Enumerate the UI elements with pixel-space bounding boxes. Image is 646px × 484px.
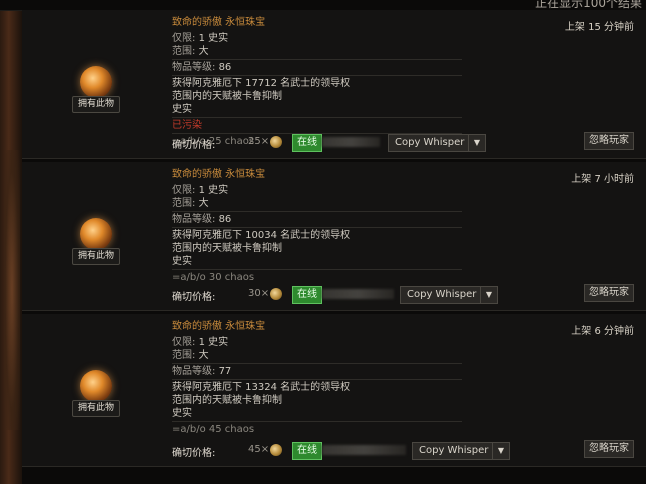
listed-time: 上架 6 分钟前 — [571, 326, 634, 337]
divider — [172, 59, 462, 60]
limit-label: 仅限: — [172, 33, 196, 44]
range-label: 范围: — [172, 46, 196, 57]
chaos-orb-icon — [270, 444, 282, 456]
listed-time: 上架 15 分钟前 — [564, 22, 634, 33]
copy-whisper-button[interactable]: Copy Whisper — [400, 286, 484, 304]
rarity-text: 史实 — [172, 256, 192, 267]
timeless-jewel-icon — [80, 218, 112, 250]
price-amount: 45× — [248, 444, 270, 455]
divider — [172, 75, 462, 76]
listing-card: 拥有此物 致命的骄傲 永恒珠宝 仅限: 1 史实 范围: 大 物品等级: 86 … — [22, 10, 646, 159]
online-badge: 在线 — [292, 134, 322, 152]
price-note: =a/b/o 45 chaos — [172, 424, 255, 435]
owned-button[interactable]: 拥有此物 — [72, 400, 120, 417]
timeless-jewel-icon — [80, 66, 112, 98]
corrupted-status: 已污染 — [172, 120, 202, 131]
range-label: 范围: — [172, 350, 196, 361]
range-row: 范围: 大 — [172, 197, 462, 210]
item-info: 致命的骄傲 永恒珠宝 仅限: 1 史实 范围: 大 物品等级: 86 获得阿克雅… — [172, 16, 462, 148]
item-level-value: 77 — [218, 366, 232, 377]
online-badge: 在线 — [292, 286, 322, 304]
limit-label: 仅限: — [172, 185, 196, 196]
divider — [172, 363, 462, 364]
ignore-player-button[interactable]: 忽略玩家 — [584, 284, 634, 302]
item-level-label: 物品等级: — [172, 366, 216, 377]
limit-row: 仅限: 1 史实 — [172, 336, 462, 349]
price-label: 确切价格: — [172, 140, 216, 151]
price-amount: 25× — [248, 136, 270, 147]
price-label: 确切价格: — [172, 292, 216, 303]
item-info: 致命的骄傲 永恒珠宝 仅限: 1 史实 范围: 大 物品等级: 86 获得阿克雅… — [172, 168, 462, 284]
limit-value: 1 史实 — [198, 337, 229, 348]
item-level-label: 物品等级: — [172, 214, 216, 225]
range-row: 范围: 大 — [172, 349, 462, 362]
limit-row: 仅限: 1 史实 — [172, 184, 462, 197]
divider — [172, 117, 462, 118]
chaos-orb-icon — [270, 288, 282, 300]
level-row: 物品等级: 86 — [172, 213, 462, 226]
divider — [172, 227, 462, 228]
divider — [172, 211, 462, 212]
mod-line-1: 获得阿克雅厄下 17712 名武士的领导权 — [172, 78, 351, 89]
copy-whisper-button[interactable]: Copy Whisper — [388, 134, 472, 152]
seller-name-redacted — [322, 137, 380, 147]
mod-line-1: 获得阿克雅厄下 10034 名武士的领导权 — [172, 230, 351, 241]
limit-label: 仅限: — [172, 337, 196, 348]
mod-line-2: 范围内的天赋被卡鲁抑制 — [172, 395, 282, 406]
item-name[interactable]: 致命的骄傲 永恒珠宝 — [172, 320, 462, 334]
range-value: 大 — [198, 350, 209, 361]
timeless-jewel-icon — [80, 370, 112, 402]
range-value: 大 — [198, 198, 209, 209]
listed-time: 上架 7 小时前 — [571, 174, 634, 185]
price-bar: 确切价格: 25× 在线 Copy Whisper ▼ — [172, 134, 632, 152]
price-amount: 30× — [248, 288, 270, 299]
price-bar: 确切价格: 30× 在线 Copy Whisper ▼ — [172, 286, 632, 304]
item-info: 致命的骄傲 永恒珠宝 仅限: 1 史实 范围: 大 物品等级: 77 获得阿克雅… — [172, 320, 462, 436]
range-label: 范围: — [172, 198, 196, 209]
limit-value: 1 史实 — [198, 185, 229, 196]
item-level-value: 86 — [218, 214, 232, 225]
copy-whisper-button[interactable]: Copy Whisper — [412, 442, 496, 460]
range-value: 大 — [198, 46, 209, 57]
mod-line-1: 获得阿克雅厄下 13324 名武士的领导权 — [172, 382, 351, 393]
caret-down-icon[interactable]: ▼ — [480, 286, 498, 304]
ignore-player-button[interactable]: 忽略玩家 — [584, 132, 634, 150]
divider — [172, 421, 462, 422]
item-name[interactable]: 致命的骄傲 永恒珠宝 — [172, 168, 462, 182]
item-name[interactable]: 致命的骄傲 永恒珠宝 — [172, 16, 462, 30]
price-bar: 确切价格: 45× 在线 Copy Whisper ▼ — [172, 442, 632, 460]
level-row: 物品等级: 77 — [172, 365, 462, 378]
seller-name-redacted — [322, 289, 394, 299]
online-badge: 在线 — [292, 442, 322, 460]
rarity-text: 史实 — [172, 104, 192, 115]
limit-value: 1 史实 — [198, 33, 229, 44]
chaos-orb-icon — [270, 136, 282, 148]
ignore-player-button[interactable]: 忽略玩家 — [584, 440, 634, 458]
owned-button[interactable]: 拥有此物 — [72, 96, 120, 113]
divider — [172, 379, 462, 380]
price-note: =a/b/o 30 chaos — [172, 272, 255, 283]
listing-card: 拥有此物 致命的骄傲 永恒珠宝 仅限: 1 史实 范围: 大 物品等级: 77 … — [22, 314, 646, 467]
level-row: 物品等级: 86 — [172, 61, 462, 74]
mod-line-2: 范围内的天赋被卡鲁抑制 — [172, 243, 282, 254]
mod-line-2: 范围内的天赋被卡鲁抑制 — [172, 91, 282, 102]
owned-button[interactable]: 拥有此物 — [72, 248, 120, 265]
caret-down-icon[interactable]: ▼ — [468, 134, 486, 152]
price-label: 确切价格: — [172, 448, 216, 459]
item-level-label: 物品等级: — [172, 62, 216, 73]
background-art — [0, 0, 22, 484]
rarity-text: 史实 — [172, 408, 192, 419]
range-row: 范围: 大 — [172, 45, 462, 58]
divider — [172, 269, 462, 270]
listing-list: 拥有此物 致命的骄傲 永恒珠宝 仅限: 1 史实 范围: 大 物品等级: 86 … — [22, 10, 646, 467]
listing-card: 拥有此物 致命的骄傲 永恒珠宝 仅限: 1 史实 范围: 大 物品等级: 86 … — [22, 162, 646, 311]
caret-down-icon[interactable]: ▼ — [492, 442, 510, 460]
seller-name-redacted — [322, 445, 406, 455]
item-level-value: 86 — [218, 62, 232, 73]
limit-row: 仅限: 1 史实 — [172, 32, 462, 45]
